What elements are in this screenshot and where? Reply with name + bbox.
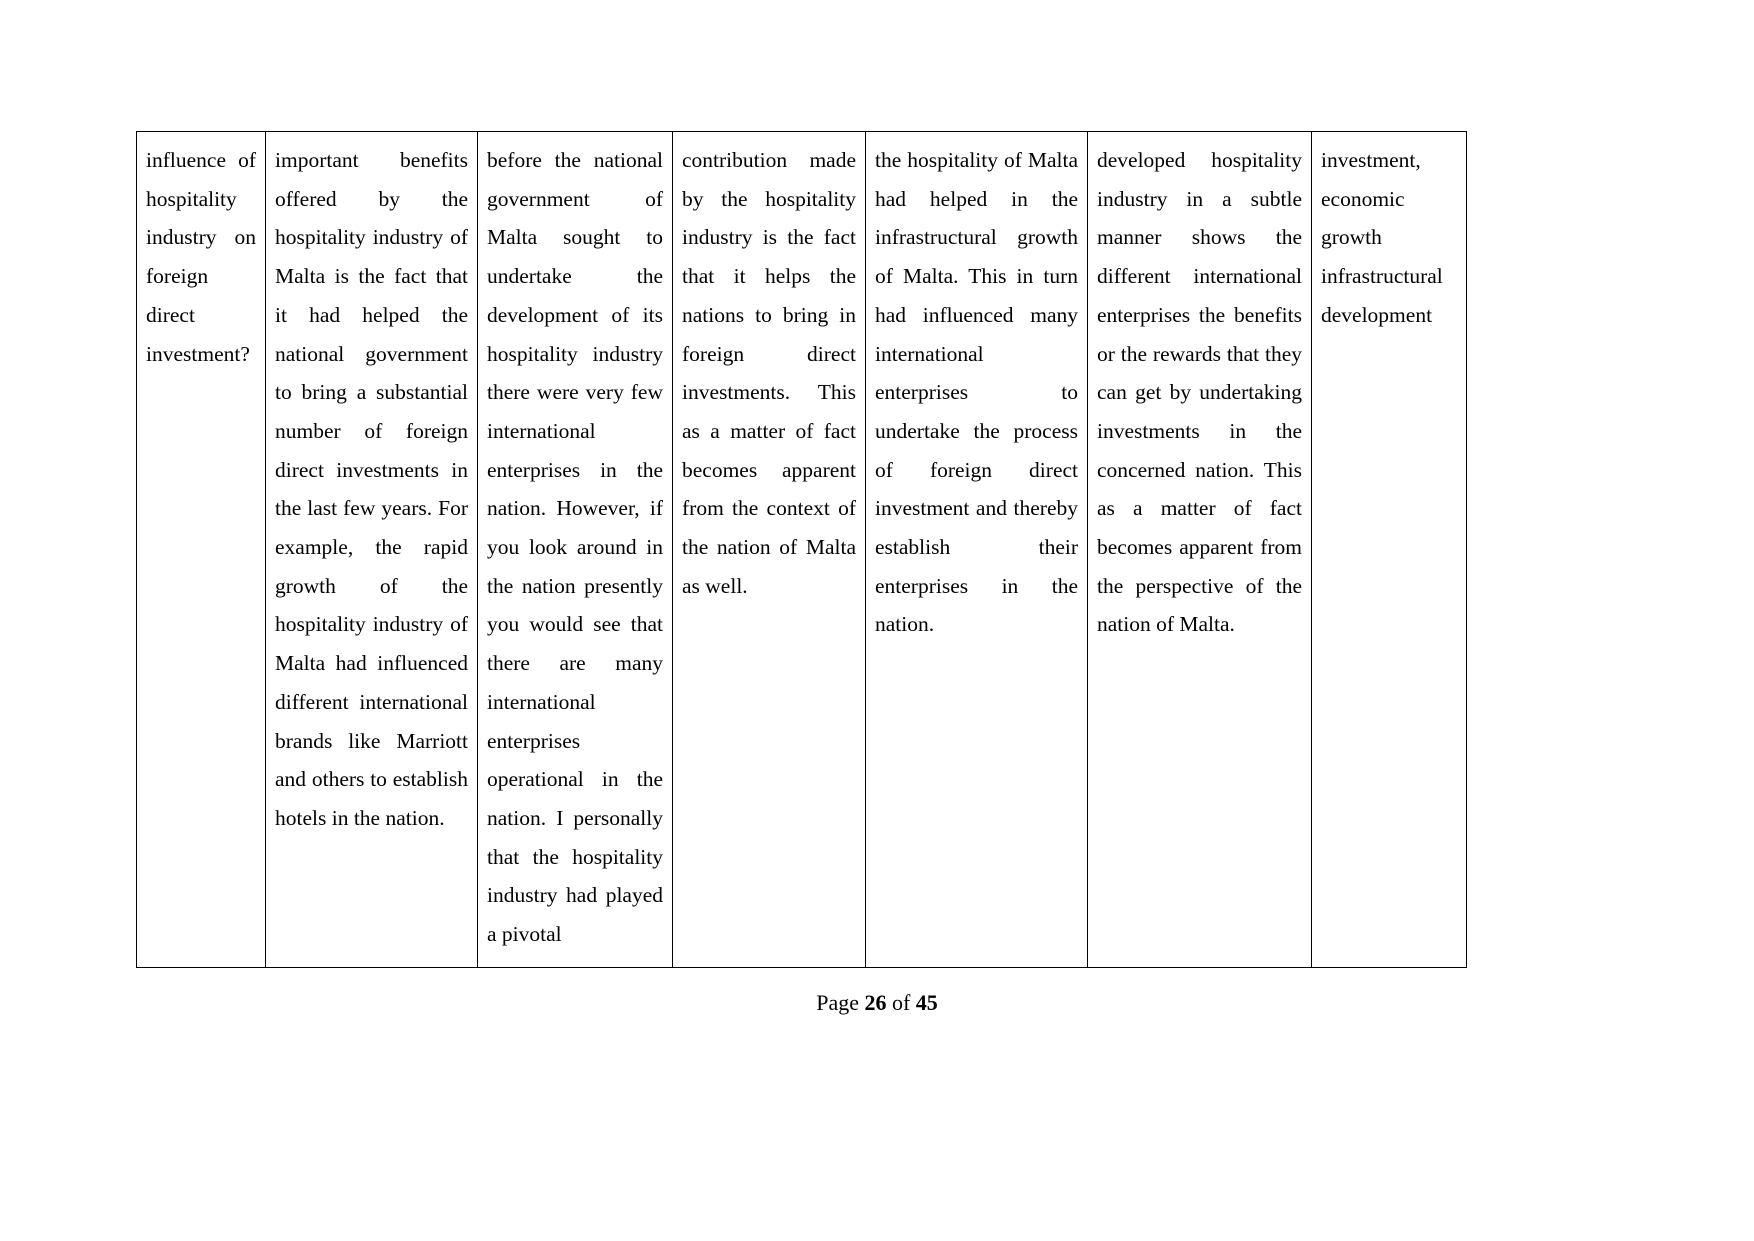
table-cell-3: before the national government of Malta … bbox=[477, 131, 673, 968]
table-cell-5: the hospitality of Malta had helped in t… bbox=[865, 131, 1088, 968]
table-cell-1: influence of hospitality industry on for… bbox=[136, 131, 266, 968]
footer-current-page: 26 bbox=[864, 990, 887, 1015]
cell-text-5: the hospitality of Malta had helped in t… bbox=[875, 148, 1078, 637]
table-row: influence of hospitality industry on for… bbox=[136, 131, 1467, 968]
cell-text-3: before the national government of Malta … bbox=[487, 148, 663, 947]
cell-text-2: important benefits offered by the hospit… bbox=[275, 148, 468, 830]
table-cell-6: developed hospitality industry in a subt… bbox=[1087, 131, 1312, 968]
table-clip-region: influence of hospitality industry on for… bbox=[136, 131, 1468, 976]
table-cell-4: contribution made by the hospitality ind… bbox=[672, 131, 866, 968]
cell-text-4: contribution made by the hospitality ind… bbox=[682, 148, 856, 598]
table-container: influence of hospitality industry on for… bbox=[136, 131, 1467, 968]
cell-text-1: influence of hospitality industry on for… bbox=[146, 148, 256, 366]
cell-text-6: developed hospitality industry in a subt… bbox=[1097, 148, 1302, 637]
table-cell-7: investment, economic growth infrastructu… bbox=[1311, 131, 1467, 968]
table-cell-2: important benefits offered by the hospit… bbox=[265, 131, 478, 968]
footer-middle: of bbox=[886, 990, 916, 1015]
document-page: influence of hospitality industry on for… bbox=[0, 0, 1754, 1241]
footer-prefix: Page bbox=[816, 990, 865, 1015]
content-table: influence of hospitality industry on for… bbox=[136, 131, 1467, 968]
cell-text-7: investment, economic growth infrastructu… bbox=[1321, 148, 1443, 327]
page-footer: Page 26 of 45 bbox=[0, 988, 1754, 1018]
footer-total-pages: 45 bbox=[915, 990, 938, 1015]
